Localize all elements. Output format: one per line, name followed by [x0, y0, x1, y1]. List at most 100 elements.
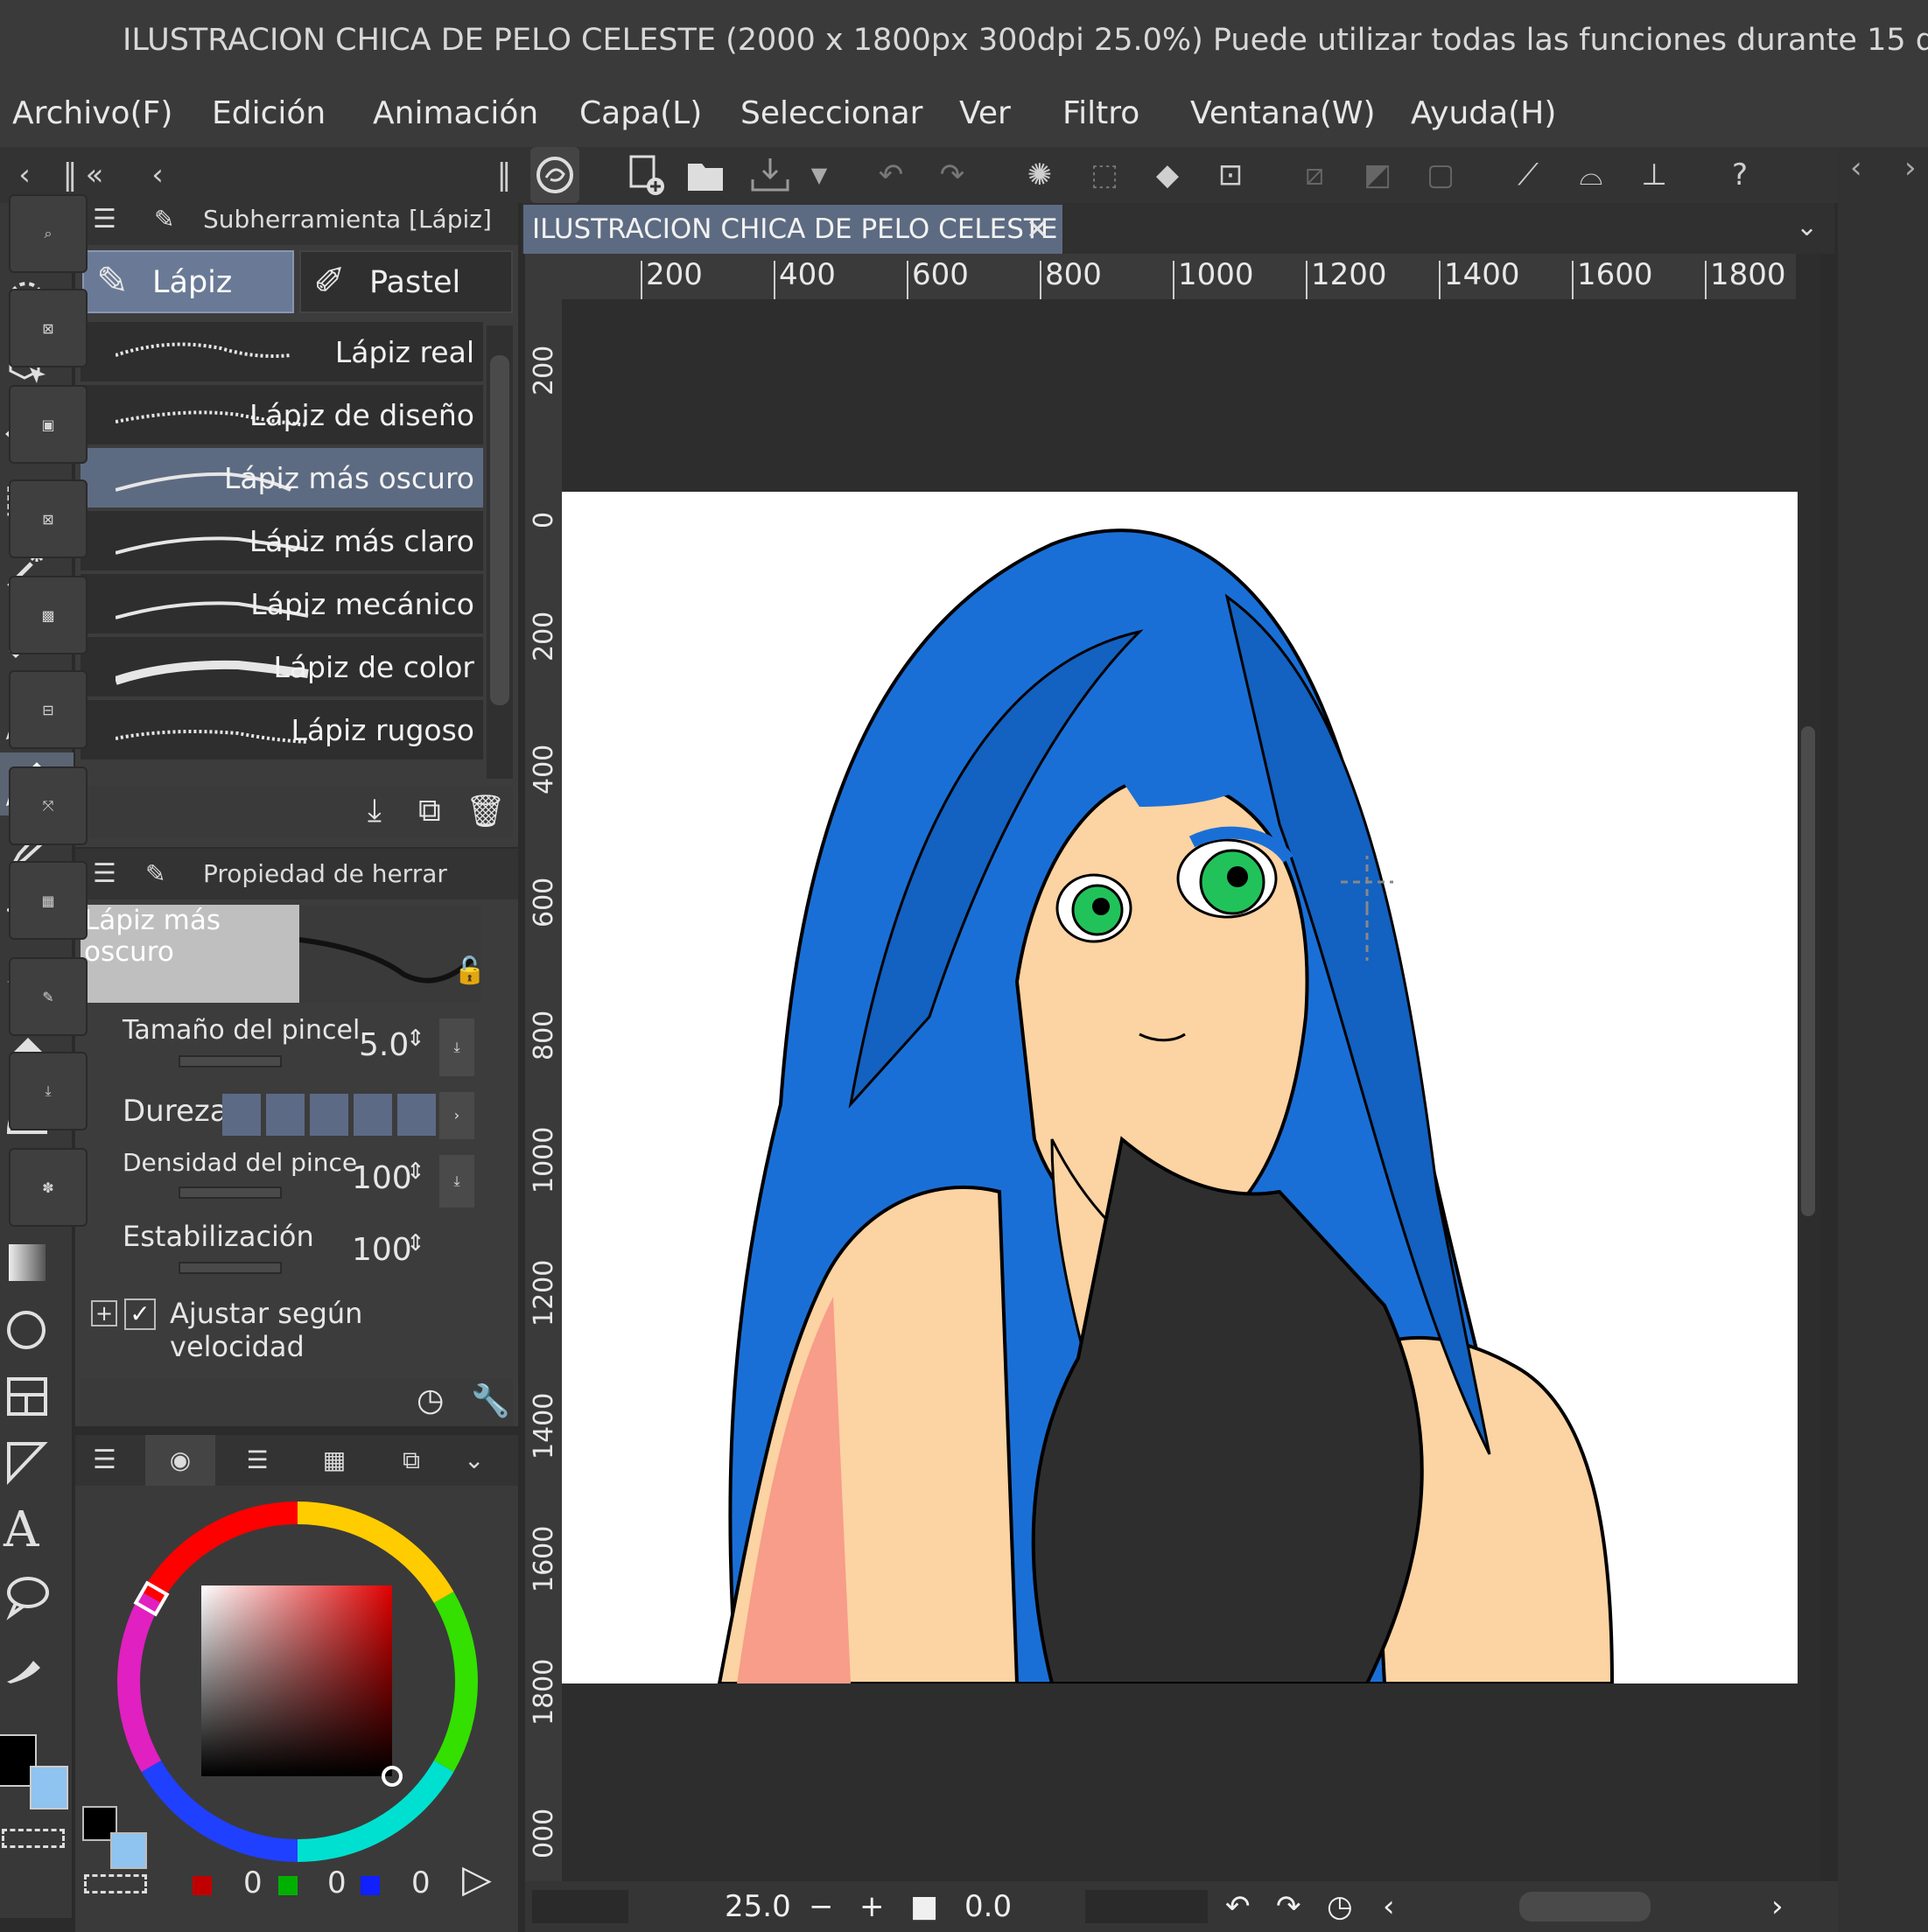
pattern-button[interactable]: ▩	[9, 576, 88, 654]
lock-icon[interactable]: 🔓	[453, 956, 486, 986]
layout-button[interactable]: ⊟	[9, 670, 88, 749]
density-value[interactable]: 100	[352, 1160, 412, 1196]
transform-icon[interactable]: ⊡	[1206, 147, 1255, 203]
illustration-canvas[interactable]	[562, 492, 1798, 1684]
clear-selection-icon[interactable]: ⬚	[1080, 147, 1129, 203]
hardness-level-4[interactable]	[354, 1094, 392, 1136]
gradient-icon[interactable]	[0, 1232, 74, 1295]
chevron-left-icon[interactable]: ‹	[1850, 150, 1862, 186]
clip-studio-icon[interactable]	[530, 147, 579, 203]
navigator-button[interactable]: ⌕	[9, 194, 88, 273]
download-icon[interactable]: ⤓	[439, 1155, 474, 1208]
ruler-icon[interactable]	[0, 1432, 74, 1494]
zoom-slider[interactable]	[532, 1890, 628, 1923]
menu-ayuda[interactable]: Ayuda(H)	[1411, 80, 1556, 147]
brush-list-scrollbar[interactable]	[487, 326, 513, 779]
image-material-button[interactable]: ▦	[9, 861, 88, 940]
tab-lapiz[interactable]: ✎ Lápiz	[82, 250, 294, 313]
brush-size-preset-icon[interactable]: ◷	[417, 1382, 444, 1418]
transform-material-button[interactable]: ⤧	[9, 766, 88, 845]
color-transparent-icon[interactable]	[84, 1874, 147, 1894]
menu-icon[interactable]: ☰	[93, 204, 116, 234]
color-sub-swatch[interactable]	[110, 1832, 147, 1869]
brush-item[interactable]: Lápiz más claro	[81, 511, 483, 572]
rotation-slider[interactable]	[1085, 1890, 1208, 1923]
hardness-level-2[interactable]	[266, 1094, 305, 1136]
tab-list-icon[interactable]: ⌄	[1796, 212, 1818, 242]
redo-icon[interactable]: ↷	[928, 147, 977, 203]
ruler-snap-icon[interactable]: ⟋	[1504, 147, 1553, 203]
canvas-vertical-scrollbar[interactable]	[1796, 254, 1820, 1881]
delete-subtool-icon[interactable]: 🗑	[466, 793, 506, 830]
horizontal-scroll-thumb[interactable]	[1519, 1892, 1651, 1922]
stabilization-slider[interactable]	[179, 1262, 282, 1274]
menu-filtro[interactable]: Filtro	[1062, 80, 1139, 147]
menu-icon[interactable]: ☰	[93, 858, 116, 889]
hardness-level-5[interactable]	[397, 1094, 436, 1136]
wrench-icon[interactable]: 🔧	[471, 1382, 510, 1419]
green-value[interactable]: 0	[327, 1866, 347, 1900]
menu-archivo[interactable]: Archivo(F)	[12, 80, 172, 147]
scroll-right-icon[interactable]: ›	[1771, 1881, 1784, 1932]
hardness-level-3[interactable]	[310, 1094, 348, 1136]
adjust-speed-checkbox[interactable]: ✓	[124, 1298, 156, 1330]
brush-item[interactable]: Lápiz rugoso	[81, 700, 483, 761]
scrollbar-thumb[interactable]	[490, 355, 509, 705]
open-folder-icon[interactable]	[683, 147, 732, 203]
density-slider[interactable]	[179, 1186, 282, 1199]
dropdown-icon[interactable]: ▼	[795, 147, 844, 203]
special-ruler-snap-icon[interactable]: ⌓	[1567, 147, 1616, 203]
blue-value[interactable]: 0	[411, 1866, 431, 1900]
download-icon[interactable]: ⤓	[439, 1018, 474, 1076]
menu-capa[interactable]: Capa(L)	[579, 80, 702, 147]
brush-item[interactable]: Lápiz de diseño	[81, 385, 483, 446]
intermediate-color-tab-icon[interactable]: ⧉	[376, 1435, 446, 1486]
zoom-value[interactable]: 25.0	[725, 1881, 791, 1932]
import-material-button[interactable]: ⤓	[9, 1052, 88, 1130]
stepper-icon[interactable]: ⇕	[406, 1026, 425, 1052]
sub-view-button[interactable]: ⊠	[9, 289, 88, 368]
duplicate-subtool-icon[interactable]: ⧉	[418, 793, 441, 830]
more-tabs-icon[interactable]: ⌄	[464, 1435, 484, 1486]
sub-color-swatch[interactable]	[30, 1766, 68, 1810]
undo-icon[interactable]: ↶	[866, 147, 915, 203]
copy-subtool-icon[interactable]: ⤓	[368, 793, 382, 830]
expand-icon[interactable]: +	[91, 1300, 117, 1326]
help-icon[interactable]: ?	[1715, 147, 1764, 203]
menu-animacion[interactable]: Animación	[373, 80, 538, 147]
menu-ventana[interactable]: Ventana(W)	[1190, 80, 1376, 147]
color-wheel[interactable]	[114, 1498, 481, 1866]
brush-size-value[interactable]: 5.0	[359, 1027, 409, 1063]
material-button[interactable]: ▣	[9, 385, 88, 464]
document-tab[interactable]: ILUSTRACION CHICA DE PELO CELESTE ✕	[523, 205, 1062, 254]
loading-icon[interactable]: ✺	[1015, 147, 1064, 203]
scroll-left-icon[interactable]: ‹	[1383, 1881, 1395, 1932]
zoom-in-icon[interactable]: +	[859, 1881, 885, 1932]
brush-item[interactable]: Lápiz real	[81, 322, 483, 383]
menu-seleccionar[interactable]: Seleccionar	[740, 80, 922, 147]
correct-line-icon[interactable]	[0, 1631, 74, 1694]
pose-material-button[interactable]: ✽	[9, 1148, 88, 1227]
rotation-value[interactable]: 0.0	[964, 1881, 1012, 1932]
balloon-icon[interactable]	[0, 1564, 74, 1628]
save-icon[interactable]	[746, 147, 795, 203]
menu-icon[interactable]: ☰	[93, 1445, 116, 1475]
transparent-color-icon[interactable]	[2, 1829, 65, 1848]
edit-material-button[interactable]: ✎	[9, 957, 88, 1036]
color-slider-tab-icon[interactable]: ☰	[222, 1435, 292, 1486]
brush-item[interactable]: Lápiz de color	[81, 637, 483, 698]
close-panel-button[interactable]: ⊠	[9, 480, 88, 558]
stepper-icon[interactable]: ⇕	[406, 1230, 425, 1256]
chevron-right-icon[interactable]: ›	[1904, 150, 1917, 186]
fit-icon[interactable]: ■	[910, 1881, 938, 1932]
hide-selection-icon[interactable]: ⧄	[1290, 147, 1339, 203]
border-selection-icon[interactable]: ▢	[1416, 147, 1465, 203]
text-icon[interactable]: A	[0, 1498, 74, 1561]
color-set-tab-icon[interactable]: ▦	[299, 1435, 369, 1486]
scrollbar-thumb[interactable]	[1801, 726, 1815, 1216]
brush-size-slider[interactable]	[179, 1055, 282, 1068]
frame-border-icon[interactable]	[0, 1365, 74, 1428]
stepper-icon[interactable]: ⇕	[406, 1158, 425, 1185]
red-value[interactable]: 0	[243, 1866, 263, 1900]
close-tab-icon[interactable]: ✕	[1026, 205, 1049, 254]
